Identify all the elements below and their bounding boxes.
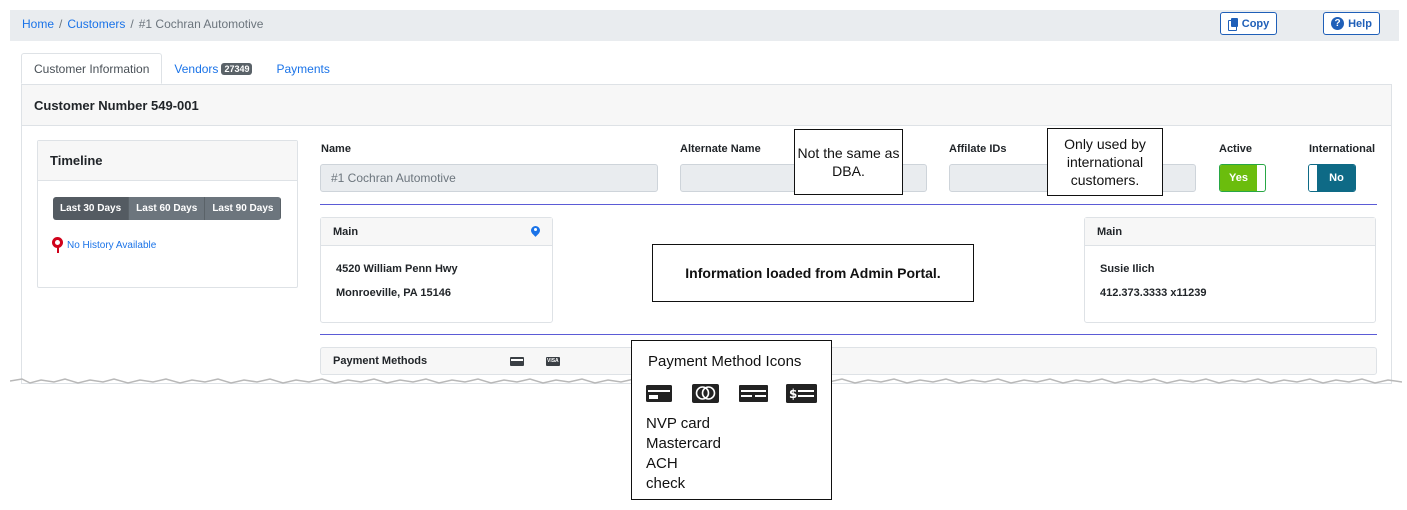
vendors-count-badge: 27349 (221, 62, 253, 75)
customer-number-header: Customer Number 549-001 (22, 85, 1391, 126)
alternate-name-callout: Not the same as DBA. (794, 129, 903, 195)
address-line-2: Monroeville, PA 15146 (336, 287, 451, 299)
legend-list: NVP card Mastercard ACH check (646, 414, 721, 494)
legend-item: ACH (646, 455, 678, 472)
admin-portal-callout-text: Information loaded from Admin Portal. (685, 265, 941, 281)
no-history-text: No History Available (67, 239, 157, 251)
payment-methods-label: Payment Methods (333, 355, 428, 367)
tab-label: Vendors (174, 61, 219, 76)
address-card: Main 4520 William Penn Hwy Monroeville, … (320, 217, 553, 323)
nvp-card-icon (510, 357, 524, 366)
alternate-name-label: Alternate Name (680, 143, 761, 155)
timeline-title: Timeline (50, 153, 103, 168)
ach-icon (739, 385, 768, 402)
legend-item: check (646, 475, 686, 492)
tab-bar: Customer Information Vendors 27349 Payme… (21, 53, 342, 84)
name-label: Name (321, 143, 351, 155)
check-icon: $ (786, 384, 817, 403)
timeline-header: Timeline (38, 141, 297, 181)
mastercard-icon (692, 384, 719, 403)
breadcrumb: Home / Customers / #1 Cochran Automotive (22, 17, 263, 31)
breadcrumb-separator: / (59, 17, 63, 31)
breadcrumb-customers-link[interactable]: Customers (67, 17, 125, 31)
contact-phone: 412.373.3333 x11239 (1100, 287, 1207, 299)
tab-payments[interactable]: Payments (264, 53, 341, 84)
affiliate-ids-label: Affilate IDs (949, 143, 1007, 155)
tab-label: Customer Information (34, 61, 150, 76)
no-history-message: No History Available (52, 237, 156, 253)
section-divider (320, 334, 1377, 335)
map-pin-icon (52, 237, 63, 253)
copy-button-label: Copy (1241, 17, 1270, 30)
visa-card-icon (546, 357, 560, 366)
breadcrumb-home-link[interactable]: Home (22, 17, 54, 31)
range-60-days-button[interactable]: Last 60 Days (129, 197, 206, 220)
contact-card-header: Main (1085, 218, 1375, 246)
location-marker-icon[interactable] (531, 226, 540, 238)
nvp-card-icon (646, 385, 672, 402)
contact-card-title: Main (1097, 225, 1123, 238)
tab-customer-information[interactable]: Customer Information (21, 53, 163, 84)
section-divider (320, 204, 1377, 205)
active-toggle[interactable]: Yes (1219, 164, 1266, 192)
toggle-knob (1309, 165, 1318, 191)
tab-vendors[interactable]: Vendors 27349 (162, 53, 264, 84)
payment-methods-bar: Payment Methods (320, 347, 1377, 375)
international-toggle-value: No (1318, 165, 1355, 191)
legend-title: Payment Method Icons (648, 353, 802, 370)
payment-icons-legend: Payment Method Icons $ NVP card Masterca… (631, 340, 832, 500)
address-card-title: Main (333, 225, 359, 238)
help-button[interactable]: ? Help (1323, 12, 1380, 35)
breadcrumb-current: #1 Cochran Automotive (138, 17, 264, 31)
customer-number-title: Customer Number 549-001 (34, 97, 199, 113)
international-label: International (1309, 143, 1376, 155)
question-circle-icon: ? (1331, 17, 1345, 30)
admin-portal-callout: Information loaded from Admin Portal. (652, 244, 974, 302)
copy-button[interactable]: Copy (1220, 12, 1277, 35)
name-input[interactable]: #1 Cochran Automotive (320, 164, 658, 192)
range-30-days-button[interactable]: Last 30 Days (53, 197, 130, 220)
international-callout-text: Only used by international customers. (1064, 136, 1146, 188)
tab-label: Payments (276, 61, 330, 76)
help-button-label: Help (1348, 17, 1372, 30)
active-toggle-value: Yes (1220, 165, 1257, 191)
timeline-panel: Timeline Last 30 Days Last 60 Days Last … (37, 140, 298, 288)
international-toggle[interactable]: No (1308, 164, 1356, 192)
address-line-1: 4520 William Penn Hwy (336, 263, 458, 275)
address-card-header: Main (321, 218, 552, 246)
top-bar: Home / Customers / #1 Cochran Automotive Cop… (10, 10, 1399, 41)
breadcrumb-separator: / (130, 17, 134, 31)
international-callout: Only used by international customers. (1047, 128, 1163, 196)
svg-text:$: $ (789, 387, 797, 401)
legend-item: Mastercard (646, 435, 722, 452)
legend-item: NVP card (646, 415, 710, 432)
contact-name: Susie Ilich (1100, 263, 1155, 275)
copy-icon (1227, 17, 1238, 31)
contact-card: Main Susie Ilich 412.373.3333 x11239 (1084, 217, 1376, 323)
range-90-days-button[interactable]: Last 90 Days (205, 197, 282, 220)
timeline-range-selector: Last 30 Days Last 60 Days Last 90 Days (53, 197, 282, 220)
alternate-name-callout-text: Not the same as DBA. (797, 145, 900, 179)
active-label: Active (1219, 143, 1253, 155)
